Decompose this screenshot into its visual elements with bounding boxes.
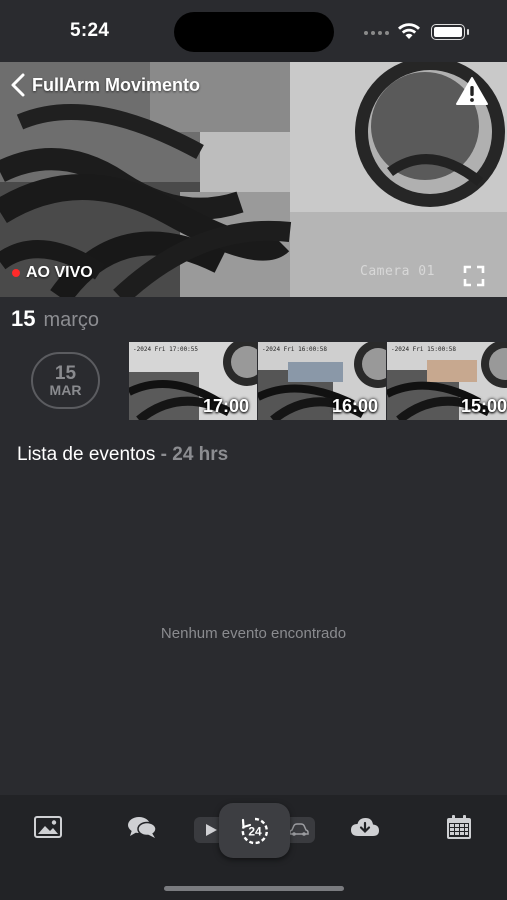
thumbnail-time: 15:00 [460,396,507,416]
chat-icon [128,817,157,838]
date-day: 15 [11,306,36,331]
tab-cloud-download[interactable] [345,813,385,841]
cellular-signal-icon [364,31,389,35]
car-icon [289,823,309,836]
warning-icon[interactable] [455,76,489,106]
status-time: 5:24 [70,20,110,41]
chevron-left-icon [11,73,25,97]
battery-icon [431,24,469,40]
24h-icon: 24 [241,817,268,844]
gallery-icon [34,816,62,838]
camera-title: FullArm Movimento [32,74,201,95]
badge-day: 15 [54,362,77,384]
timeline-thumbnail-strip[interactable]: -2024 Fri 17:00:55 17:00 -2024 Fri 16:00… [129,342,507,420]
events-list-title: Lista de eventos - 24 hrs [17,444,228,466]
thumbnail-time: 16:00 [331,396,378,416]
wifi-icon [398,23,420,39]
play-icon [206,824,217,836]
tab-chat[interactable] [122,813,162,841]
dynamic-island [174,12,334,52]
calendar-icon [447,815,471,839]
events-range-label: - 24 hrs [155,444,229,465]
badge-month: MAR [49,381,82,398]
bottom-tab-bar: 24 [0,795,507,900]
tab-gallery[interactable] [28,813,68,841]
svg-text:24: 24 [248,824,262,838]
back-button[interactable]: FullArm Movimento [8,72,200,98]
tab-24h-recording[interactable]: 24 [219,803,290,858]
timeline-thumbnail[interactable]: -2024 Fri 15:00:58 15:00 [387,342,507,420]
thumbnail-osd: -2024 Fri 16:00:58 [262,346,328,353]
live-dot [12,269,20,277]
events-title-label: Lista de eventos [17,444,156,465]
tab-car[interactable] [287,817,311,843]
date-header: 15 março [11,306,99,332]
thumbnail-time: 17:00 [202,396,249,416]
camera-live-feed[interactable]: FullArm Movimento AO VIVO Camera 01 [0,62,507,297]
live-indicator: AO VIVO [12,264,93,282]
camera-osd-name: Camera 01 [360,264,435,279]
tab-calendar[interactable] [439,813,479,841]
empty-events-message: Nenhum evento encontrado [160,625,347,642]
cloud-download-icon [351,818,379,836]
timeline-thumbnail[interactable]: -2024 Fri 16:00:58 16:00 [258,342,386,420]
timeline-thumbnail[interactable]: -2024 Fri 17:00:55 17:00 [129,342,257,420]
fullscreen-icon[interactable] [463,265,485,287]
status-bar: 5:24 [0,0,507,62]
date-badge[interactable]: 15 MAR [31,352,100,409]
home-indicator [164,886,344,891]
date-month: março [43,309,100,331]
live-label: AO VIVO [26,264,93,281]
thumbnail-osd: -2024 Fri 17:00:55 [133,346,199,353]
thumbnail-osd: -2024 Fri 15:00:58 [391,346,457,353]
